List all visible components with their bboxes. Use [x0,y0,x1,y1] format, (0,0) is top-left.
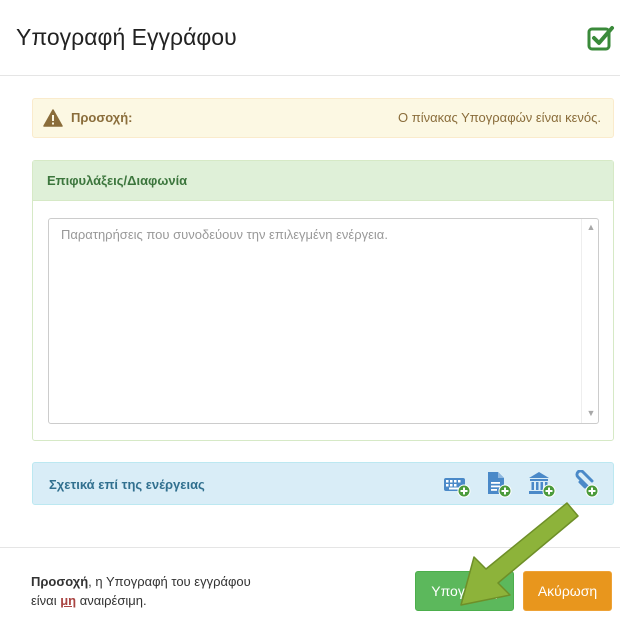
note-text-2b: αναιρέσιμη. [76,593,147,608]
warning-icon [43,109,63,127]
notes-panel-heading: Επιφυλάξεις/Διαφωνία [33,161,613,201]
institution-add-icon[interactable] [528,470,556,498]
note-text-1: , η Υπογραφή του εγγράφου [88,574,251,589]
irreversible-warning-note: Προσοχή, η Υπογραφή του εγγράφου είναι μ… [31,572,331,610]
modal-footer: Προσοχή, η Υπογραφή του εγγράφου είναι μ… [0,547,620,627]
cancel-button[interactable]: Ακύρωση [523,571,612,611]
modal-title: Υπογραφή Εγγράφου [16,24,237,50]
note-bold-label: Προσοχή [31,574,89,589]
modal-body: Προσοχή: Ο πίνακας Υπογραφών είναι κενός… [0,76,620,546]
attachment-add-icon[interactable] [571,470,599,498]
scroll-down-arrow-icon[interactable]: ▼ [586,408,596,418]
textarea-scrollbar[interactable]: ▲ ▼ [581,219,598,423]
sign-button[interactable]: Υπογραφή [415,571,514,611]
related-panel-title: Σχετικά επί της ενέργειας [49,477,205,492]
warning-text: Ο πίνακας Υπογραφών είναι κενός. [398,110,601,125]
notes-panel-title: Επιφυλάξεις/Διαφωνία [47,173,188,188]
note-emphasis: μη [60,593,77,608]
document-add-icon[interactable] [484,470,512,498]
notes-textarea[interactable] [48,218,599,424]
warning-label: Προσοχή: [71,110,133,125]
warning-alert: Προσοχή: Ο πίνακας Υπογραφών είναι κενός… [32,98,614,138]
check-square-icon [587,26,614,51]
note-text-2a: είναι [31,593,61,608]
related-panel: Σχετικά επί της ενέργειας [32,462,614,505]
keyboard-add-icon[interactable] [443,470,471,498]
scroll-up-arrow-icon[interactable]: ▲ [586,222,596,232]
modal-header: Υπογραφή Εγγράφου [0,0,620,76]
notes-panel: Επιφυλάξεις/Διαφωνία ▲ ▼ [32,160,614,441]
